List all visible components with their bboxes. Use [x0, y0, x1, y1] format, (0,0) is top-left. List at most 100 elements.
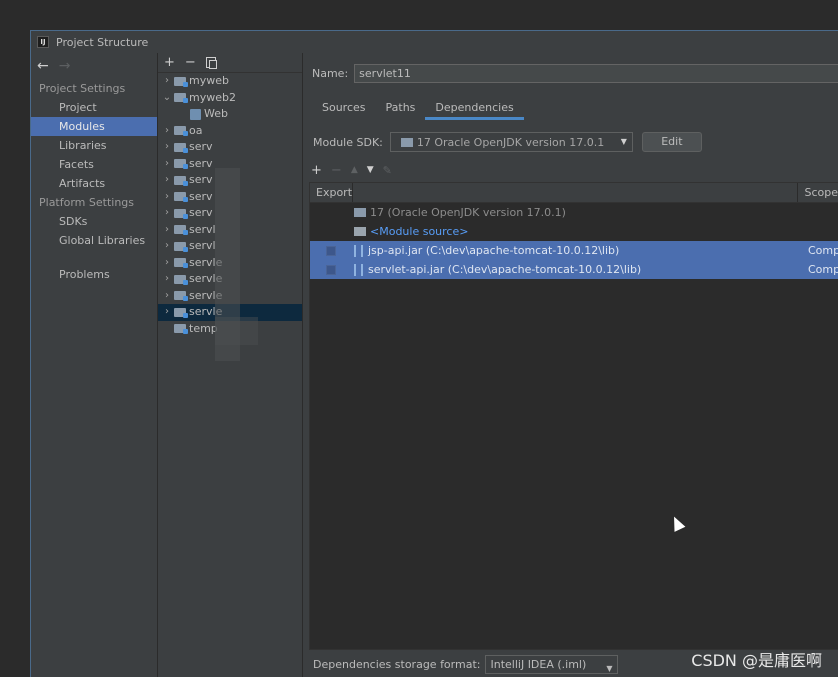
tree-row-myweb[interactable]: › myweb	[158, 73, 302, 90]
dependency-name: 17 (Oracle OpenJDK version 17.0.1)	[354, 206, 566, 219]
tree-row-label: Web	[204, 107, 228, 120]
nav-item-project[interactable]: Project	[31, 98, 157, 117]
chevron-right-icon[interactable]: ›	[160, 222, 174, 239]
intellij-app-icon: IJ	[37, 36, 49, 48]
module-folder-icon	[174, 175, 188, 186]
edit-dependency-icon[interactable]: ✎	[383, 164, 392, 177]
nav-item-facets[interactable]: Facets	[31, 155, 157, 174]
nav-item-sdks[interactable]: SDKs	[31, 212, 157, 231]
move-down-icon[interactable]: ▼	[367, 165, 374, 175]
nav-item-libraries[interactable]: Libraries	[31, 136, 157, 155]
table-row-module-source[interactable]: <Module source>	[310, 222, 838, 241]
window-title: Project Structure	[56, 35, 149, 49]
module-folder-icon	[174, 225, 188, 236]
tree-row-oa[interactable]: › oa	[158, 123, 302, 140]
tab-paths[interactable]: Paths	[376, 98, 426, 120]
module-folder-icon	[174, 192, 188, 203]
copy-module-icon[interactable]	[205, 57, 217, 69]
dependencies-table-header: Export Scope	[310, 183, 838, 203]
tree-row-label: serv	[189, 189, 213, 203]
nav-item-modules[interactable]: Modules	[31, 117, 157, 136]
export-checkbox[interactable]	[326, 265, 336, 275]
chevron-right-icon[interactable]: ›	[160, 238, 174, 255]
module-name-field[interactable]: servlet11	[354, 64, 838, 83]
module-folder-icon	[174, 274, 188, 285]
tree-row-label: myweb	[189, 74, 229, 87]
module-tree: + − › myweb ⌄ myweb2 Web › oa › serv › serv ›…	[158, 53, 303, 677]
chevron-right-icon[interactable]: ›	[160, 172, 174, 189]
module-folder-icon	[174, 307, 188, 318]
add-module-icon[interactable]: +	[164, 55, 175, 70]
add-dependency-icon[interactable]: +	[311, 163, 322, 178]
dependency-module-source: <Module source>	[370, 225, 469, 238]
chevron-right-icon[interactable]: ›	[160, 139, 174, 156]
tree-row-label: serv	[189, 156, 213, 170]
module-folder-icon	[174, 208, 188, 219]
module-tree-toolbar: + −	[158, 53, 302, 73]
module-folder-icon	[174, 241, 188, 252]
chevron-right-icon[interactable]: ›	[160, 123, 174, 140]
dependency-jar-path: (C:\dev\apache-tomcat-10.0.12\lib)	[425, 244, 620, 257]
title-bar[interactable]: IJ Project Structure	[31, 31, 838, 53]
table-row-jsp-api[interactable]: jsp-api.jar (C:\dev\apache-tomcat-10.0.1…	[310, 241, 838, 260]
arrow-right-icon[interactable]: →	[59, 58, 71, 74]
jar-library-icon	[354, 263, 363, 276]
redaction-blur	[215, 317, 258, 345]
nav-history: ← →	[31, 53, 157, 79]
chevron-right-icon[interactable]: ›	[160, 304, 174, 321]
module-sdk-row: Module SDK: 17 Oracle OpenJDK version 17…	[313, 132, 702, 152]
column-header-export[interactable]: Export	[310, 183, 353, 202]
tree-row-web-facet[interactable]: Web	[158, 106, 302, 123]
tab-sources[interactable]: Sources	[312, 98, 376, 120]
settings-navigation: ← → Project Settings Project Modules Lib…	[31, 53, 158, 677]
tree-row-myweb2[interactable]: ⌄ myweb2	[158, 90, 302, 107]
module-sdk-value: 17 Oracle OpenJDK version 17.0.1	[416, 135, 605, 149]
web-facet-icon	[190, 108, 201, 120]
chevron-right-icon[interactable]: ›	[160, 189, 174, 206]
dependencies-table: Export Scope 17 (Oracle OpenJDK version …	[309, 182, 838, 650]
chevron-down-icon[interactable]: ⌄	[160, 90, 174, 107]
nav-item-artifacts[interactable]: Artifacts	[31, 174, 157, 193]
remove-dependency-icon[interactable]: −	[331, 163, 342, 178]
dependency-scope[interactable]: Compi	[808, 263, 838, 276]
column-header-name[interactable]	[353, 183, 799, 202]
dependency-name: servlet-api.jar (C:\dev\apache-tomcat-10…	[354, 263, 641, 276]
module-folder-icon	[174, 76, 188, 87]
arrow-left-icon[interactable]: ←	[37, 58, 49, 74]
nav-item-problems[interactable]: Problems	[31, 265, 157, 284]
edit-sdk-button[interactable]: Edit	[641, 132, 702, 152]
table-row-sdk[interactable]: 17 (Oracle OpenJDK version 17.0.1)	[310, 203, 838, 222]
dependency-scope[interactable]: Compi	[808, 244, 838, 257]
module-folder-icon	[174, 258, 188, 269]
module-tabs: Sources Paths Dependencies	[312, 98, 524, 120]
module-details-panel: Name: servlet11 Sources Paths Dependenci…	[303, 53, 838, 677]
remove-module-icon[interactable]: −	[185, 55, 196, 70]
module-sdk-dropdown[interactable]: 17 Oracle OpenJDK version 17.0.1 ▼	[389, 132, 633, 152]
chevron-right-icon[interactable]: ›	[160, 255, 174, 272]
source-folder-icon	[354, 227, 366, 236]
dependency-name: <Module source>	[354, 225, 468, 238]
nav-section-project-settings: Project Settings	[39, 82, 126, 95]
chevron-right-icon[interactable]: ›	[160, 288, 174, 305]
module-folder-icon	[174, 142, 188, 153]
module-name-row: Name: servlet11	[312, 64, 838, 83]
nav-item-global-libraries[interactable]: Global Libraries	[31, 231, 157, 250]
chevron-right-icon[interactable]: ›	[160, 73, 174, 90]
desktop-background-left	[0, 30, 30, 677]
tree-row[interactable]: › serv	[158, 139, 302, 156]
chevron-right-icon[interactable]: ›	[160, 205, 174, 222]
column-header-scope[interactable]: Scope	[798, 183, 838, 202]
dependency-jar-name: jsp-api.jar	[368, 244, 423, 257]
chevron-right-icon[interactable]: ›	[160, 271, 174, 288]
chevron-down-icon: ▼	[606, 664, 613, 673]
move-up-icon[interactable]: ▲	[351, 165, 358, 175]
chevron-down-icon: ▼	[620, 137, 627, 146]
module-folder-icon	[174, 126, 188, 137]
dependencies-toolbar: + − ▲ ▼ ✎	[311, 161, 392, 179]
tree-row-label: myweb2	[189, 90, 236, 104]
export-checkbox[interactable]	[326, 246, 336, 256]
tab-dependencies[interactable]: Dependencies	[425, 98, 524, 120]
storage-format-dropdown[interactable]: IntelliJ IDEA (.iml) ▼	[485, 655, 619, 674]
chevron-right-icon[interactable]: ›	[160, 156, 174, 173]
table-row-servlet-api[interactable]: servlet-api.jar (C:\dev\apache-tomcat-10…	[310, 260, 838, 279]
